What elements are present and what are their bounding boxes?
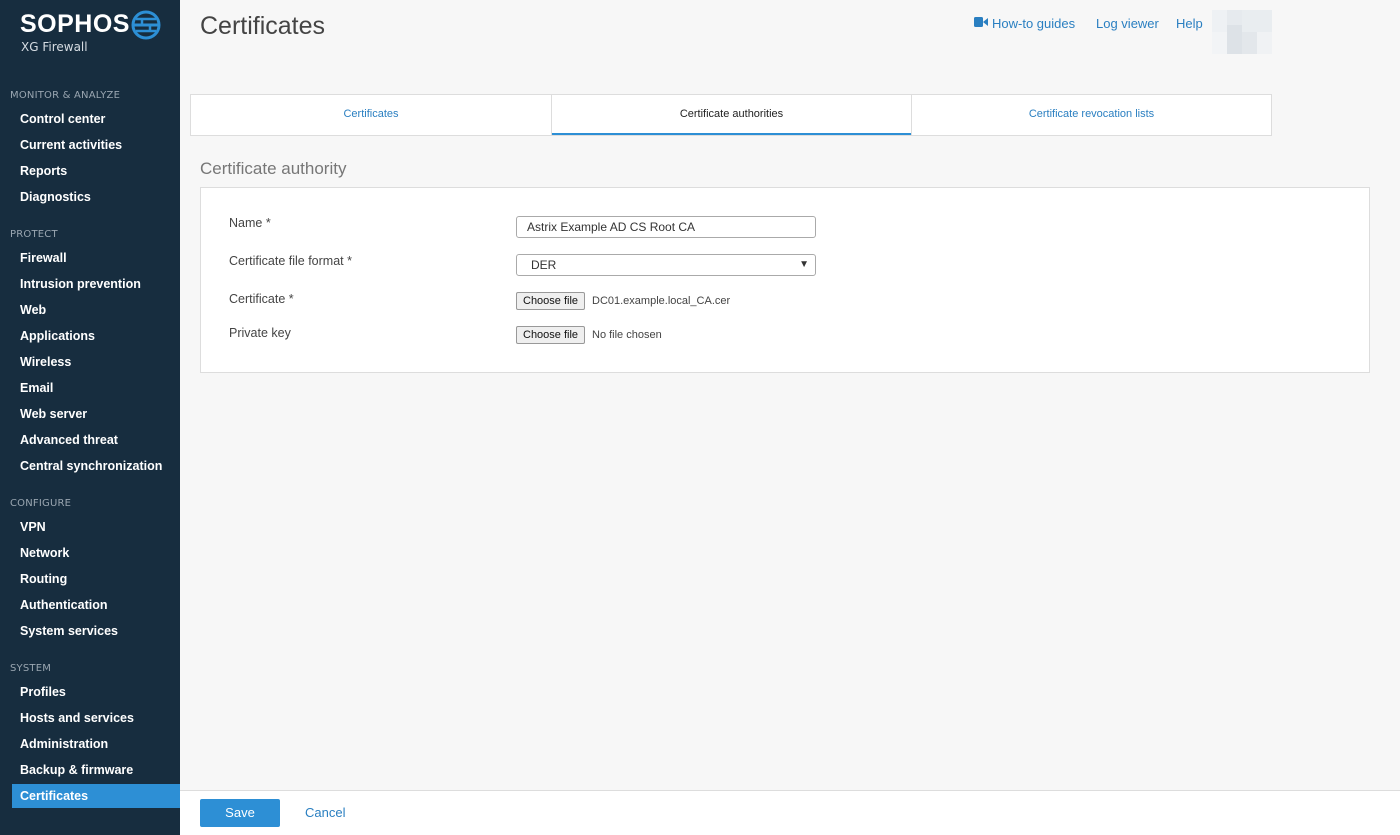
certificate-label: Certificate * [229,292,294,306]
sidebar-item-system-services[interactable]: System services [0,619,180,643]
sidebar-item-web-server[interactable]: Web server [0,402,180,426]
certificate-choose-file-button[interactable]: Choose file [516,292,586,310]
video-camera-icon [974,17,988,27]
sidebar-item-vpn[interactable]: VPN [0,515,180,539]
globe-icon [131,10,161,40]
private-key-choose-file-button[interactable]: Choose file [516,326,586,344]
certificate-file-name: DC01.example.local_CA.cer [592,295,731,307]
sidebar-item-profiles[interactable]: Profiles [0,680,180,704]
sidebar-item-wireless[interactable]: Wireless [0,350,180,374]
footer-bar: Save Cancel [180,790,1400,835]
name-label: Name * [229,216,271,230]
sidebar-item-administration[interactable]: Administration [0,732,180,756]
file-format-label: Certificate file format * [229,254,352,268]
brand-logo[interactable]: SOPHOS XG Firewall [20,10,170,60]
tab-certificates[interactable]: Certificates [191,95,551,135]
section-title: Certificate authority [200,159,347,178]
nav-section-monitor: MONITOR & ANALYZE [10,90,121,101]
sidebar-item-hosts-and-services[interactable]: Hosts and services [0,706,180,730]
tab-bar: Certificates Certificate authorities Cer… [190,94,1272,136]
sidebar-item-reports[interactable]: Reports [0,159,180,183]
dropdown-arrow-icon: ▼ [799,259,809,270]
nav-section-system: SYSTEM [10,663,52,674]
sidebar-item-intrusion-prevention[interactable]: Intrusion prevention [0,272,180,296]
sidebar-item-firewall[interactable]: Firewall [0,246,180,270]
brand-name: SOPHOS [20,10,130,38]
sidebar-item-advanced-threat[interactable]: Advanced threat [0,428,180,452]
private-key-label: Private key [229,326,291,340]
nav-section-configure: CONFIGURE [10,498,72,509]
cancel-button[interactable]: Cancel [305,805,345,820]
sidebar-item-email[interactable]: Email [0,376,180,400]
sidebar: SOPHOS XG Firewall MONITOR & ANALYZE Con… [0,0,180,835]
sidebar-item-backup-firmware[interactable]: Backup & firmware [0,758,180,782]
save-button[interactable]: Save [200,799,280,827]
sidebar-item-authentication[interactable]: Authentication [0,593,180,617]
sidebar-item-control-center[interactable]: Control center [0,107,180,131]
private-key-file-name: No file chosen [592,329,662,341]
how-to-guides-link[interactable]: How-to guides [992,16,1075,31]
avatar[interactable] [1212,10,1272,54]
sidebar-item-central-synchronization[interactable]: Central synchronization [0,454,180,478]
sidebar-item-current-activities[interactable]: Current activities [0,133,180,157]
file-format-value: DER [531,258,557,272]
tab-certificate-revocation-lists[interactable]: Certificate revocation lists [912,95,1271,135]
sidebar-item-network[interactable]: Network [0,541,180,565]
certificate-authority-form: Name * Astrix Example AD CS Root CA Cert… [200,187,1370,373]
sidebar-item-applications[interactable]: Applications [0,324,180,348]
nav-section-protect: PROTECT [10,229,58,240]
file-format-select[interactable]: DER ▼ [516,254,816,276]
help-link[interactable]: Help [1176,16,1203,31]
tab-certificate-authorities[interactable]: Certificate authorities [552,95,911,135]
log-viewer-link[interactable]: Log viewer [1096,16,1159,31]
name-input[interactable]: Astrix Example AD CS Root CA [516,216,816,238]
page-title: Certificates [200,12,326,40]
sidebar-item-routing[interactable]: Routing [0,567,180,591]
sidebar-item-web[interactable]: Web [0,298,180,322]
sidebar-item-certificates[interactable]: Certificates [12,784,180,808]
sidebar-item-diagnostics[interactable]: Diagnostics [0,185,180,209]
brand-product: XG Firewall [21,40,88,54]
